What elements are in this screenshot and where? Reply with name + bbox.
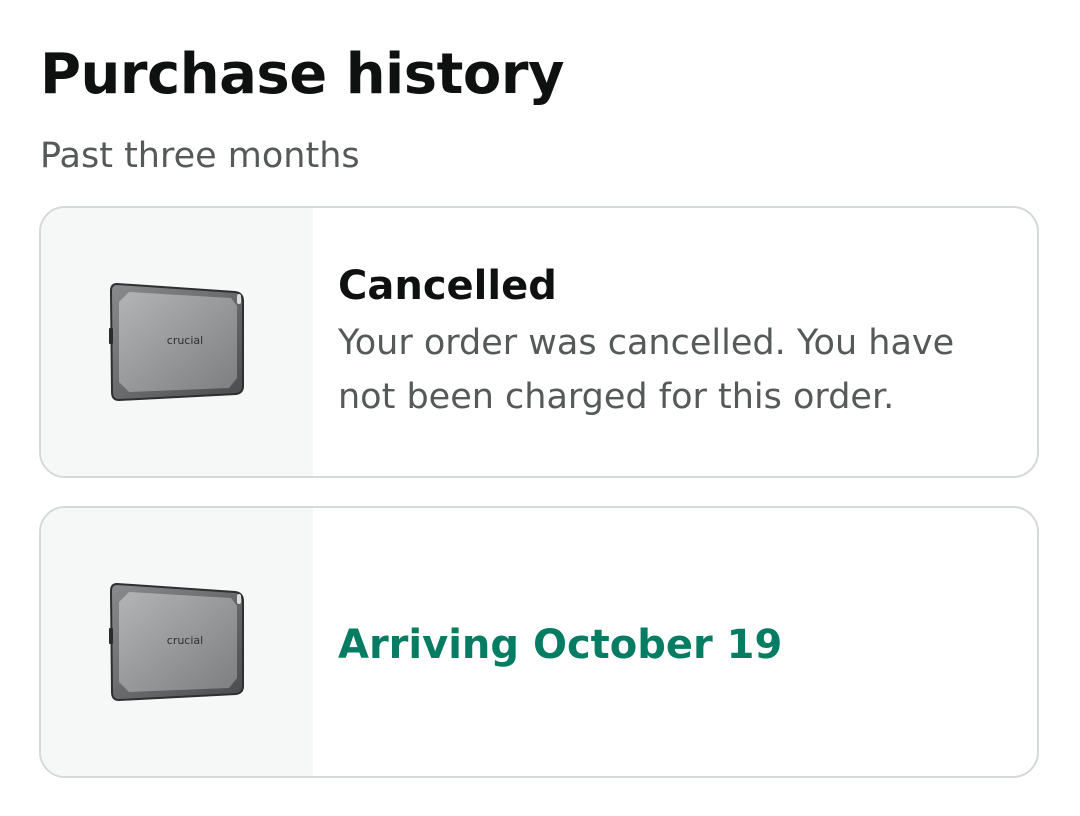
order-status: Cancelled — [338, 263, 557, 309]
order-status-description: Your order was cancelled. You have not b… — [338, 323, 955, 417]
page-title: Purchase history — [40, 42, 564, 107]
order-status-arriving: Arriving October 19 — [338, 622, 783, 668]
order-card-arriving[interactable]: crucial Arriving October 19 — [39, 506, 1039, 778]
portable-ssd-icon: crucial — [109, 282, 244, 402]
order-card-cancelled[interactable]: crucial Cancelled Your order was cancell… — [39, 206, 1039, 478]
brand-logo-text: crucial — [167, 634, 203, 647]
product-thumbnail: crucial — [41, 208, 313, 476]
brand-logo-text: crucial — [167, 334, 203, 347]
product-thumbnail: crucial — [41, 508, 313, 776]
portable-ssd-icon: crucial — [109, 582, 244, 702]
page-subtitle: Past three months — [40, 136, 360, 176]
